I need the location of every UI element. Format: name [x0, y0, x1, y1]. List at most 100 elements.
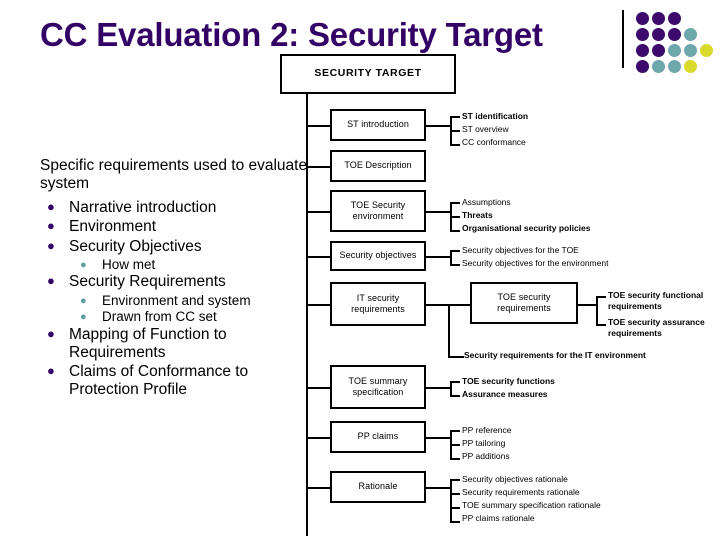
- it-sec-req-drop: [448, 304, 450, 358]
- leaf-security-requirements-it-environment: Security requirements for the IT environ…: [464, 350, 646, 360]
- leafline-toe-summary-stem: [426, 387, 450, 389]
- diagram-node-it-security-requirements: IT security requirements: [330, 282, 426, 326]
- leaftick-assurance-measures: [450, 395, 460, 397]
- leaftick-st-identification: [450, 116, 460, 118]
- leafline-toe-env-stem: [426, 211, 450, 213]
- leaf-st-overview: ST overview: [462, 124, 509, 134]
- leaftick-sec-req-rationale: [450, 493, 460, 495]
- decor-dot: [684, 28, 697, 41]
- leaf-security-requirements-rationale: Security requirements rationale: [462, 487, 580, 497]
- bullet-item: ● How met: [40, 257, 308, 273]
- decor-dot: [636, 12, 649, 25]
- bullet-item: ● Security Requirements: [40, 273, 308, 291]
- decor-dot: [652, 12, 665, 25]
- leaf-toe-security-assurance-requirements: TOE security assurance requirements: [608, 317, 705, 339]
- diagram-node-toe-description: TOE Description: [330, 150, 426, 182]
- leaftick-toe-func-req: [596, 296, 606, 298]
- diagram-node-security-objectives: Security objectives: [330, 241, 426, 271]
- leafbracket-toe-sec-req: [596, 296, 598, 324]
- decor-dot: [668, 12, 681, 25]
- diagram-node-rationale: Rationale: [330, 471, 426, 503]
- bullet-item: ● Mapping of Function to Requirements: [40, 326, 308, 362]
- bullet-marker-icon: ●: [47, 363, 55, 379]
- leaftick-pp-tailoring: [450, 444, 460, 446]
- leaf-pp-additions: PP additions: [462, 451, 510, 461]
- bullet-item: ● Narrative introduction: [40, 199, 308, 217]
- body-lead-text: Specific requirements used to evaluate s…: [40, 157, 308, 193]
- leaf-toe-security-functions: TOE security functions: [462, 376, 555, 386]
- connector-pp-claims: [306, 437, 330, 439]
- diagram-node-toe-security-environment: TOE Security environment: [330, 190, 426, 232]
- leaftick-cc-conformance: [450, 144, 460, 146]
- connector-toe-summary-specification: [306, 387, 330, 389]
- bullet-item: ● Drawn from CC set: [40, 309, 308, 325]
- leaf-assurance-measures: Assurance measures: [462, 389, 548, 399]
- leaftick-st-overview: [450, 130, 460, 132]
- leafline-sec-obj-stem: [426, 256, 450, 258]
- leaf-st-identification: ST identification: [462, 111, 529, 121]
- leafline-it-env-stem: [448, 356, 464, 358]
- diagram-node-security-target: SECURITY TARGET: [280, 54, 456, 94]
- leaftick-pp-reference: [450, 430, 460, 432]
- bullet-item: ● Claims of Conformance to Protection Pro…: [40, 363, 308, 399]
- leaf-threats: Threats: [462, 210, 493, 220]
- bullet-marker-icon: ●: [80, 258, 87, 271]
- leaftick-sec-obj-toe: [450, 250, 460, 252]
- bullet-marker-icon: ●: [80, 294, 87, 307]
- leaftick-assumptions: [450, 202, 460, 204]
- leaf-toe-summary-specification-rationale: TOE summary specification rationale: [462, 500, 601, 510]
- leafbracket-toe-summary: [450, 381, 452, 395]
- decor-dot: [668, 28, 681, 41]
- security-target-structure-diagram: SECURITY TARGET ST introduction TOE Desc…: [272, 54, 720, 540]
- leaftick-pp-additions: [450, 458, 460, 460]
- leaf-pp-tailoring: PP tailoring: [462, 438, 506, 448]
- leafline-st-intro-stem: [426, 125, 450, 127]
- bullet-marker-icon: ●: [47, 326, 55, 342]
- bullet-list: ● Narrative introduction ● Environment ● Secu…: [40, 199, 308, 399]
- connector-toe-security-environment: [306, 211, 330, 213]
- decor-dot: [652, 28, 665, 41]
- decor-dot: [636, 28, 649, 41]
- leaftick-toe-security-functions: [450, 381, 460, 383]
- leaftick-threats: [450, 216, 460, 218]
- leaftick-sec-obj-rationale: [450, 479, 460, 481]
- bullet-item: ● Security Objectives: [40, 238, 308, 256]
- leafline-toe-sec-req-stem: [578, 304, 596, 306]
- bullet-marker-icon: ●: [80, 311, 87, 324]
- leaf-cc-conformance: CC conformance: [462, 137, 526, 147]
- diagram-node-toe-summary-specification: TOE summary specification: [330, 365, 426, 409]
- leaftick-sec-obj-env: [450, 264, 460, 266]
- leafbracket-sec-obj: [450, 250, 452, 264]
- connector-st-introduction: [306, 125, 330, 127]
- connector-toe-description: [306, 166, 330, 168]
- page-title: CC Evaluation 2: Security Target: [40, 16, 543, 53]
- leaf-security-objectives-toe: Security objectives for the TOE: [462, 245, 579, 255]
- leaf-assumptions: Assumptions: [462, 197, 511, 207]
- bullet-item: ● Environment and system: [40, 293, 308, 309]
- bullet-item: ● Environment: [40, 218, 308, 236]
- connector-security-objectives: [306, 256, 330, 258]
- leaftick-toe-assurance-req: [596, 324, 606, 326]
- bullet-marker-icon: ●: [47, 273, 55, 289]
- slide-body: Specific requirements used to evaluate s…: [40, 157, 308, 401]
- leaf-organisational-security-policies: Organisational security policies: [462, 223, 591, 233]
- leafline-rationale-stem: [426, 487, 450, 489]
- diagram-spine: [306, 94, 308, 536]
- leafline-pp-claims-stem: [426, 437, 450, 439]
- diagram-node-pp-claims: PP claims: [330, 421, 426, 453]
- leaftick-toe-summary-rationale: [450, 507, 460, 509]
- leaf-security-objectives-environment: Security objectives for the environment: [462, 258, 609, 268]
- connector-it-security-requirements: [306, 304, 330, 306]
- diagram-node-st-introduction: ST introduction: [330, 109, 426, 141]
- leaftick-org-security-policies: [450, 230, 460, 232]
- leaftick-pp-claims-rationale: [450, 521, 460, 523]
- diagram-node-toe-security-requirements: TOE security requirements: [470, 282, 578, 324]
- leaf-security-objectives-rationale: Security objectives rationale: [462, 474, 568, 484]
- bullet-marker-icon: ●: [47, 199, 55, 215]
- leafbracket-rationale: [450, 479, 452, 521]
- bullet-marker-icon: ●: [47, 218, 55, 234]
- bullet-marker-icon: ●: [47, 237, 55, 253]
- leaf-pp-claims-rationale: PP claims rationale: [462, 513, 535, 523]
- leaf-toe-security-functional-requirements: TOE security functional requirements: [608, 290, 704, 312]
- leaf-pp-reference: PP reference: [462, 425, 512, 435]
